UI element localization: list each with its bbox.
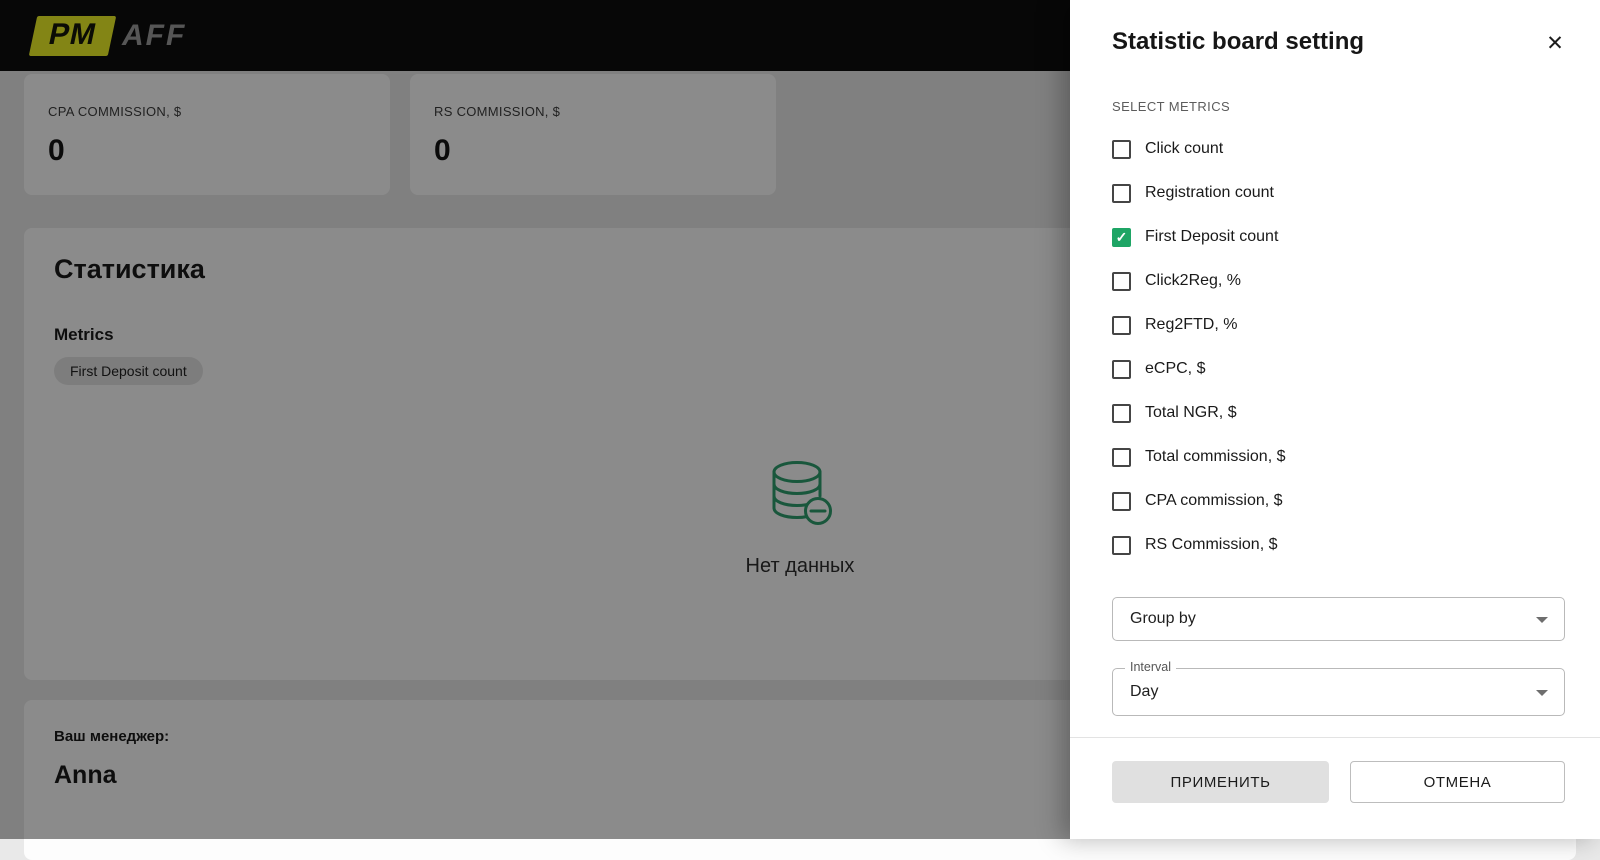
interval-select[interactable]: Interval Day xyxy=(1112,668,1565,716)
checkbox-unchecked-icon[interactable] xyxy=(1112,404,1131,423)
drawer-footer: ПРИМЕНИТЬ ОТМЕНА xyxy=(1070,737,1600,839)
metric-label: First Deposit count xyxy=(1145,228,1278,246)
checkbox-unchecked-icon[interactable] xyxy=(1112,272,1131,291)
checkbox-unchecked-icon[interactable] xyxy=(1112,140,1131,159)
checkbox-unchecked-icon[interactable] xyxy=(1112,184,1131,203)
checkbox-unchecked-icon[interactable] xyxy=(1112,492,1131,511)
interval-select-label: Interval xyxy=(1125,660,1176,674)
metric-label: Total NGR, $ xyxy=(1145,404,1237,422)
select-metrics-label: SELECT METRICS xyxy=(1112,99,1230,114)
metric-row-4[interactable]: Reg2FTD, % xyxy=(1112,303,1565,347)
chevron-down-icon xyxy=(1536,690,1548,696)
metric-label: Reg2FTD, % xyxy=(1145,316,1237,334)
metric-label: Registration count xyxy=(1145,184,1274,202)
metric-row-2[interactable]: ✓ First Deposit count xyxy=(1112,215,1565,259)
metric-row-6[interactable]: Total NGR, $ xyxy=(1112,391,1565,435)
metric-row-5[interactable]: eCPC, $ xyxy=(1112,347,1565,391)
checkbox-unchecked-icon[interactable] xyxy=(1112,536,1131,555)
apply-button[interactable]: ПРИМЕНИТЬ xyxy=(1112,761,1329,803)
metric-label: Click2Reg, % xyxy=(1145,272,1241,290)
drawer-title: Statistic board setting xyxy=(1112,28,1364,56)
metric-row-1[interactable]: Registration count xyxy=(1112,171,1565,215)
metric-label: CPA commission, $ xyxy=(1145,492,1283,510)
metric-label: eCPC, $ xyxy=(1145,360,1205,378)
metric-row-8[interactable]: CPA commission, $ xyxy=(1112,479,1565,523)
group-by-value: Group by xyxy=(1130,610,1196,628)
checkbox-unchecked-icon[interactable] xyxy=(1112,360,1131,379)
checkbox-unchecked-icon[interactable] xyxy=(1112,316,1131,335)
metric-label: RS Commission, $ xyxy=(1145,536,1277,554)
metric-row-3[interactable]: Click2Reg, % xyxy=(1112,259,1565,303)
metric-row-7[interactable]: Total commission, $ xyxy=(1112,435,1565,479)
close-icon[interactable]: ✕ xyxy=(1540,28,1570,58)
metric-row-0[interactable]: Click count xyxy=(1112,127,1565,171)
interval-value: Day xyxy=(1130,683,1158,701)
statistic-board-setting-drawer: Statistic board setting ✕ SELECT METRICS… xyxy=(1070,0,1600,839)
chevron-down-icon xyxy=(1536,617,1548,623)
checkbox-unchecked-icon[interactable] xyxy=(1112,448,1131,467)
cancel-button[interactable]: ОТМЕНА xyxy=(1350,761,1565,803)
metric-label: Click count xyxy=(1145,140,1223,158)
group-by-select[interactable]: Group by xyxy=(1112,597,1565,641)
metrics-list: Click count Registration count ✓ First Depo… xyxy=(1112,127,1565,567)
metric-label: Total commission, $ xyxy=(1145,448,1286,466)
checkbox-checked-icon[interactable]: ✓ xyxy=(1112,228,1131,247)
metric-row-9[interactable]: RS Commission, $ xyxy=(1112,523,1565,567)
